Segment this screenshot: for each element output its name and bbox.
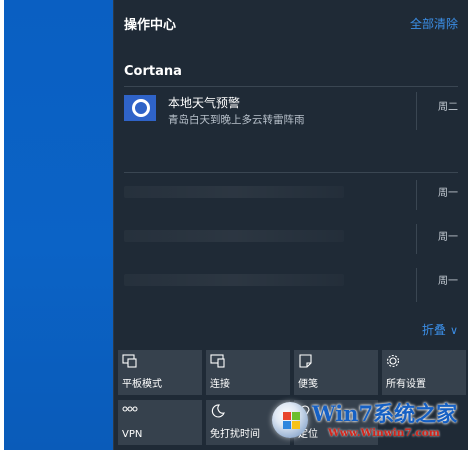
quick-action-vpn[interactable]: VPN	[118, 400, 202, 445]
notification-divider	[416, 92, 417, 130]
notification-divider	[416, 268, 417, 302]
tablet-mode-icon	[122, 353, 138, 368]
windows-logo-icon	[272, 402, 308, 438]
notification-day: 周一	[438, 232, 458, 243]
quick-action-note[interactable]: 便笺	[294, 350, 378, 395]
notification-divider	[416, 224, 417, 254]
quick-action-label: 所有设置	[386, 379, 426, 390]
group-divider	[124, 172, 458, 173]
notification-divider	[416, 180, 417, 210]
quick-action-label: VPN	[122, 429, 143, 440]
moon-icon	[210, 403, 226, 418]
quick-action-label: 连接	[210, 379, 230, 390]
cortana-ring-icon	[124, 95, 156, 121]
notification-group-title: Cortana	[124, 64, 182, 79]
action-center-title: 操作中心	[124, 18, 177, 33]
quick-action-connect[interactable]: 连接	[206, 350, 290, 395]
quick-action-all-settings[interactable]: 所有设置	[382, 350, 466, 395]
notification-item[interactable]: 周一	[124, 264, 458, 302]
chevron-down-icon: ∨	[449, 324, 458, 337]
vpn-icon	[122, 403, 138, 417]
quick-action-label: 平板模式	[122, 379, 162, 390]
collapse-button[interactable]: 折叠 ∨	[422, 321, 458, 338]
quick-action-label: 便笺	[298, 379, 318, 390]
notification-day: 周二	[438, 102, 458, 113]
clear-all-button[interactable]: 全部清除	[410, 15, 458, 32]
collapse-label: 折叠	[421, 323, 446, 337]
connect-icon	[210, 353, 226, 368]
notification-item[interactable]: 周一	[124, 220, 458, 254]
action-center-panel: 操作中心 全部清除 Cortana 本地天气预警 青岛白天到晚上多云转雷阵雨 周…	[113, 0, 468, 450]
notification-title: 本地天气预警	[168, 96, 241, 110]
notification-item[interactable]: 周一	[124, 176, 458, 210]
watermark-url: Www.Winwin7.com	[328, 427, 440, 439]
notification-day: 周一	[438, 276, 458, 287]
notification-item[interactable]: 本地天气预警 青岛白天到晚上多云转雷阵雨 周二	[124, 92, 458, 130]
action-center-header: 操作中心 全部清除	[124, 14, 458, 34]
notification-body: 青岛白天到晚上多云转雷阵雨	[168, 114, 305, 126]
notification-day: 周一	[438, 188, 458, 199]
quick-action-tablet-mode[interactable]: 平板模式	[118, 350, 202, 395]
watermark: Win7系统之家 Www.Winwin7.com	[268, 396, 468, 448]
note-icon	[298, 353, 314, 368]
group-divider	[124, 86, 458, 87]
desktop-background	[4, 0, 114, 450]
watermark-text: Win7系统之家	[312, 401, 458, 426]
quick-action-label: 免打扰时间	[210, 429, 260, 440]
gear-icon	[386, 353, 402, 368]
